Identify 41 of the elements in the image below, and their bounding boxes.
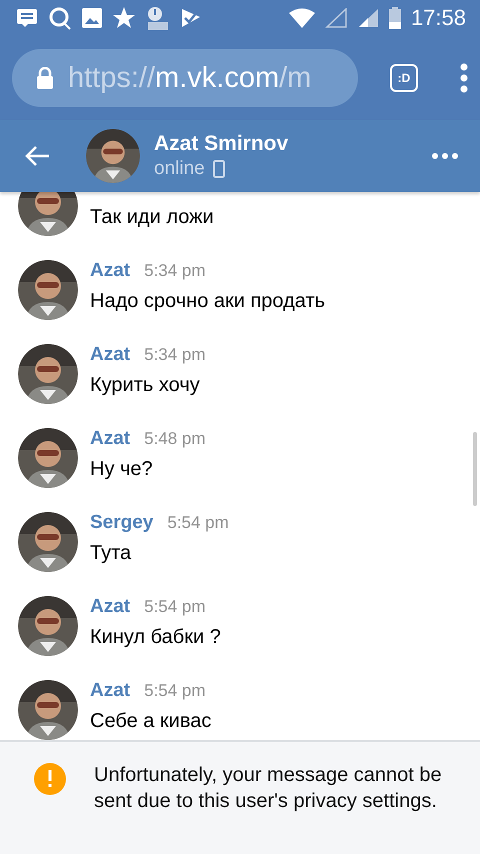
scrollbar[interactable] [473,432,477,506]
message-time: 5:54 pm [144,681,206,701]
image-icon [82,8,102,28]
sender-name[interactable]: Sergey [90,512,154,534]
search-icon [48,6,72,30]
signal-icon [324,8,347,28]
message-text: Кинул бабки ? [90,626,221,649]
signal-icon [356,8,379,28]
battery-icon [388,7,401,29]
url-field[interactable]: https://m.vk.com/m [12,49,358,107]
message-time: 5:34 pm [144,261,206,281]
message-text: Надо срочно аки продать [90,290,326,313]
notification-icon [16,8,38,28]
sender-name[interactable]: Azat [90,344,130,366]
contact-name: Azat Smirnov [154,132,290,156]
message-text: Тута [90,542,132,565]
lock-icon [36,67,54,89]
more-icon[interactable] [432,153,458,159]
tab-switcher-button[interactable]: :D [390,64,418,92]
warning-icon [33,762,67,796]
message-text: Так иди ложи [90,206,214,229]
sender-name[interactable]: Azat [90,260,130,282]
privacy-notice: Unfortunately, your message cannot be sent due to this user's privacy settings. [94,763,443,814]
wifi-icon [288,8,315,28]
back-arrow-icon[interactable] [24,145,50,167]
message-text: Себе а кивас [90,710,212,733]
message-time: 5:34 pm [144,345,206,365]
message-time: 5:54 pm [167,513,229,533]
check-icon [180,7,202,29]
message-time: 5:54 pm [144,597,206,617]
phone-icon [212,160,225,178]
clock-time: 17:58 [410,5,466,31]
sender-name[interactable]: Azat [90,680,130,702]
menu-icon[interactable] [460,63,468,93]
message-text: Ну че? [90,458,154,481]
sender-name[interactable]: Azat [90,428,130,450]
online-status: online [154,158,205,180]
star-icon [112,7,136,29]
message-text: Курить хочу [90,374,201,397]
sender-name[interactable]: Azat [90,596,130,618]
message-time: 5:48 pm [144,429,206,449]
